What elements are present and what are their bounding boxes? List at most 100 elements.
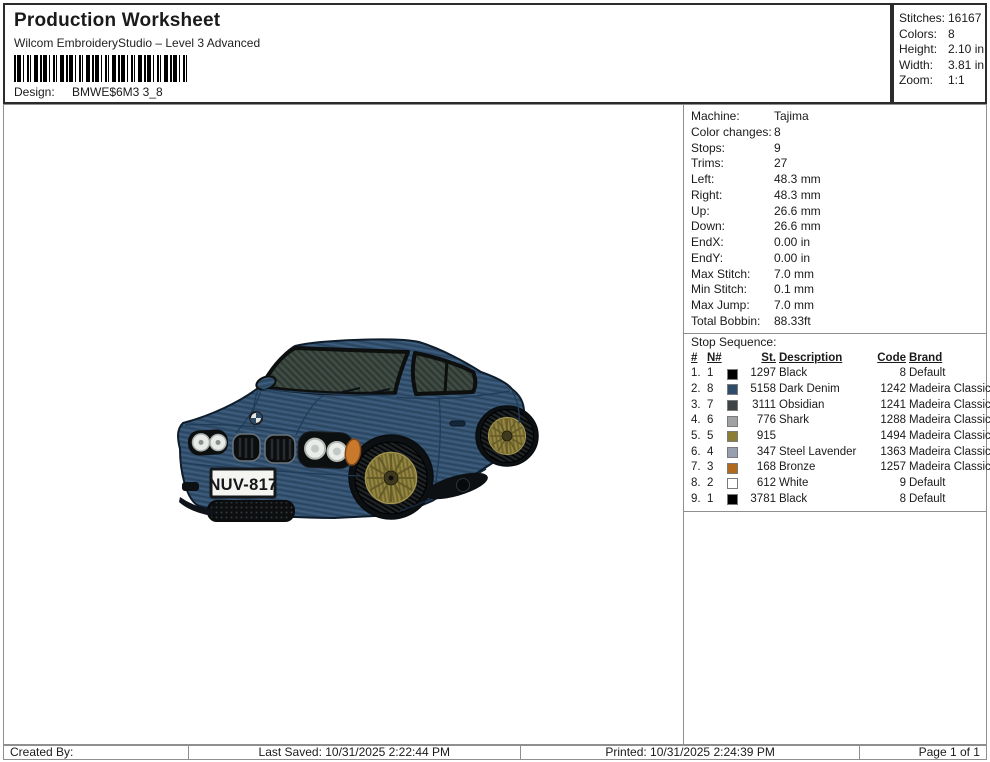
summary-value: 8	[948, 27, 955, 43]
info-label: Machine:	[691, 109, 774, 125]
row-description: Black	[779, 492, 874, 508]
row-code: 1363	[877, 445, 906, 461]
row-brand: Madeira Classic 40	[909, 398, 990, 414]
row-code: 8	[877, 366, 906, 382]
row-num: 9.	[691, 492, 704, 508]
kidney-grille-left	[233, 434, 260, 461]
row-description: White	[779, 476, 874, 492]
last-saved: Last Saved: 10/31/2025 2:22:44 PM	[188, 746, 520, 759]
b-pillar	[445, 360, 447, 393]
thread-color-swatch	[727, 369, 738, 380]
row-code: 8	[877, 492, 906, 508]
row-brand: Madeira Classic 40	[909, 429, 990, 445]
summary-label: Colors:	[899, 27, 948, 43]
thread-color-swatch	[727, 447, 738, 458]
info-value: 27	[774, 156, 787, 172]
row-stitches: 347	[747, 445, 776, 461]
info-value: 0.00 in	[774, 235, 810, 251]
row-needle: 5	[707, 429, 724, 445]
front-wheel	[355, 442, 427, 514]
info-value: 26.6 mm	[774, 219, 821, 235]
info-row: Up:26.6 mm	[691, 204, 982, 220]
row-description: Bronze	[779, 460, 874, 476]
info-value: 7.0 mm	[774, 267, 814, 283]
summary-row: Width:3.81 in	[899, 58, 985, 74]
stop-sequence-row: 9.1 3781Black8Default	[691, 492, 983, 508]
machine-info-list: Machine:Tajima Color changes:8 Stops:9 T…	[684, 105, 986, 333]
thread-color-swatch	[727, 431, 738, 442]
row-needle: 1	[707, 492, 724, 508]
row-num: 2.	[691, 382, 704, 398]
info-row: Machine:Tajima	[691, 109, 982, 125]
row-stitches: 3111	[747, 398, 776, 414]
row-brand: Madeira Classic 40	[909, 445, 990, 461]
info-label: EndX:	[691, 235, 774, 251]
info-row: EndX:0.00 in	[691, 235, 982, 251]
summary-label: Stitches:	[899, 11, 948, 27]
row-brand: Default	[909, 492, 983, 508]
row-brand: Madeira Classic 40	[909, 382, 990, 398]
summary-row: Stitches:16167	[899, 11, 985, 27]
row-needle: 7	[707, 398, 724, 414]
design-preview-canvas: NUV-817	[3, 104, 683, 745]
stop-sequence-row: 3.73111Obsidian1241Madeira Classic 40	[691, 398, 983, 414]
info-row: Min Stitch:0.1 mm	[691, 282, 982, 298]
design-row: Design: BMWE$6M3 3_8	[14, 85, 890, 100]
page-number: Page 1 of 1	[859, 746, 986, 759]
summary-value: 2.10 in	[948, 42, 984, 58]
info-value: 48.3 mm	[774, 188, 821, 204]
stop-sequence-row: 8.2612White9Default	[691, 476, 983, 492]
info-row: EndY:0.00 in	[691, 251, 982, 267]
row-stitches: 5158	[747, 382, 776, 398]
far-headlight	[187, 429, 228, 456]
design-value: BMWE$6M3 3_8	[72, 85, 163, 100]
row-description: Steel Lavender	[779, 445, 874, 461]
stop-sequence-row: 1.11297Black8Default	[691, 366, 983, 382]
lower-mesh-grille	[208, 501, 294, 521]
row-brand: Default	[909, 476, 983, 492]
info-value: 48.3 mm	[774, 172, 821, 188]
license-plate-text: NUV-817	[208, 476, 277, 494]
col-code: Code	[877, 351, 906, 367]
page-title: Production Worksheet	[14, 10, 890, 32]
info-row: Max Jump:7.0 mm	[691, 298, 982, 314]
row-code: 1494	[877, 429, 906, 445]
row-code: 9	[877, 476, 906, 492]
header: Production Worksheet Wilcom EmbroiderySt…	[3, 3, 892, 104]
info-value: Tajima	[774, 109, 809, 125]
stop-sequence-title: Stop Sequence:	[684, 333, 986, 350]
summary-value: 16167	[948, 11, 981, 27]
row-num: 3.	[691, 398, 704, 414]
row-brand: Madeira Classic 40	[909, 460, 990, 476]
stop-sequence-row: 2.85158Dark Denim1242Madeira Classic 40	[691, 382, 983, 398]
row-stitches: 3781	[747, 492, 776, 508]
windshield	[262, 348, 408, 394]
stop-sequence-row: 7.3168Bronze1257Madeira Classic 40	[691, 460, 983, 476]
kidney-grille-right	[265, 435, 295, 463]
col-st: St.	[747, 351, 776, 367]
col-num: #	[691, 351, 704, 367]
info-label: Right:	[691, 188, 774, 204]
info-row: Trims:27	[691, 156, 982, 172]
software-subtitle: Wilcom EmbroideryStudio – Level 3 Advanc…	[14, 36, 890, 50]
row-stitches: 168	[747, 460, 776, 476]
info-label: Total Bobbin:	[691, 314, 774, 330]
info-value: 0.00 in	[774, 251, 810, 267]
machine-info-panel: Machine:Tajima Color changes: 8 Stops:9 T…	[683, 104, 987, 745]
info-row: Down:26.6 mm	[691, 219, 982, 235]
summary-label: Height:	[899, 42, 948, 58]
col-description: Description	[779, 351, 874, 367]
row-num: 6.	[691, 445, 704, 461]
info-label: Color changes:	[691, 125, 774, 141]
info-row: Stops:9	[691, 141, 982, 157]
row-num: 7.	[691, 460, 704, 476]
design-summary-box: Stitches:16167 Colors:8 Height:2.10 in W…	[892, 3, 987, 104]
rear-wheel	[481, 410, 534, 463]
info-label: EndY:	[691, 251, 774, 267]
row-stitches: 1297	[747, 366, 776, 382]
summary-row: Zoom:1:1	[899, 73, 985, 89]
footer-bar: Created By: Last Saved: 10/31/2025 2:22:…	[3, 745, 987, 760]
created-by: Created By:	[4, 746, 188, 759]
info-label: Trims:	[691, 156, 774, 172]
row-code: 1288	[877, 413, 906, 429]
